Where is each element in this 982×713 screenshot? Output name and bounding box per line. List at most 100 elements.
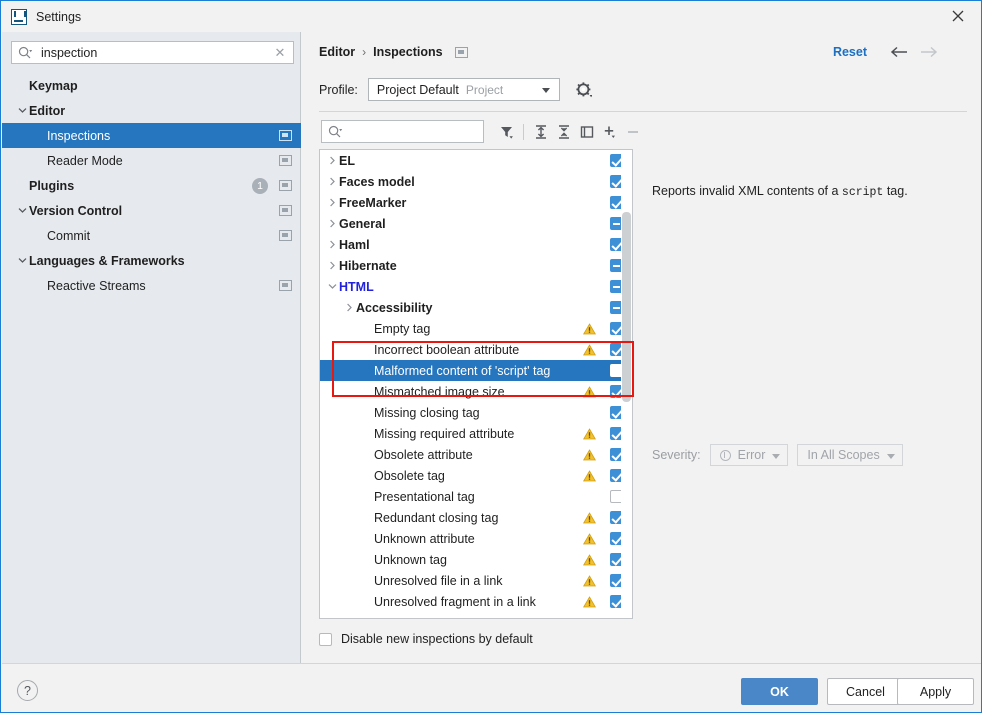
chevron-down-icon	[541, 88, 550, 93]
chevron-down-icon[interactable]	[16, 257, 29, 264]
reset-button[interactable]: Reset	[833, 45, 867, 59]
modified-settings-icon	[279, 205, 292, 216]
tree-row[interactable]: Obsolete attribute	[320, 444, 632, 465]
sidebar-item-commit[interactable]: Commit	[2, 223, 301, 248]
chevron-down-icon[interactable]	[325, 283, 339, 290]
tree-row[interactable]: Haml	[320, 234, 632, 255]
tree-row[interactable]: Obsolete tag	[320, 465, 632, 486]
ok-button[interactable]: OK	[741, 678, 818, 705]
cancel-button[interactable]: Cancel	[827, 678, 904, 705]
sidebar-item-plugins[interactable]: Plugins 1	[2, 173, 301, 198]
apply-button[interactable]: Apply	[897, 678, 974, 705]
arrow-left-icon[interactable]	[889, 43, 909, 61]
sidebar-item-reactive-streams[interactable]: Reactive Streams	[2, 273, 301, 298]
tree-row-label: Presentational tag	[374, 489, 475, 504]
tree-row-label: Accessibility	[356, 300, 433, 315]
tree-search-input[interactable]	[321, 120, 484, 143]
tree-row[interactable]: Hibernate	[320, 255, 632, 276]
tree-row[interactable]: Accessibility	[320, 297, 632, 318]
sidebar-item-editor[interactable]: Editor	[2, 98, 301, 123]
chevron-right-icon[interactable]	[325, 240, 339, 249]
severity-value: Error	[737, 448, 766, 462]
tree-row[interactable]: Missing closing tag	[320, 402, 632, 423]
chevron-down-icon	[772, 454, 781, 459]
scope-value: In All Scopes	[807, 448, 880, 462]
collapse-all-icon[interactable]	[552, 120, 575, 143]
tree-row[interactable]: HTML	[320, 276, 632, 297]
tree-row[interactable]: Unresolved fragment in a link	[320, 591, 632, 612]
chevron-right-icon[interactable]	[325, 156, 339, 165]
sidebar-item-label: Inspections	[47, 128, 111, 143]
chevron-down-icon[interactable]	[16, 207, 29, 214]
tree-row-label: Empty tag	[374, 321, 431, 336]
chevron-right-icon[interactable]	[325, 198, 339, 207]
tree-row[interactable]: Incorrect boolean attribute	[320, 339, 632, 360]
breadcrumb-root[interactable]: Editor	[319, 45, 355, 59]
warning-icon	[583, 386, 596, 401]
tree-row-label: Missing required attribute	[374, 426, 515, 441]
tree-row[interactable]: Redundant closing tag	[320, 507, 632, 528]
tree-row-label: Obsolete attribute	[374, 447, 473, 462]
filter-icon[interactable]	[495, 120, 518, 143]
tree-row-label: Missing closing tag	[374, 405, 480, 420]
breadcrumb-separator: ›	[362, 45, 367, 59]
scope-dropdown[interactable]: In All Scopes	[797, 444, 903, 466]
tree-row-label: Malformed content of 'script' tag	[374, 363, 551, 378]
breadcrumb: Editor › Inspections	[319, 45, 468, 59]
profile-row: Profile: Project Default Project	[319, 78, 592, 101]
sidebar-item-label: Reactive Streams	[47, 278, 146, 293]
expand-all-icon[interactable]	[529, 120, 552, 143]
tree-row[interactable]: Empty tag	[320, 318, 632, 339]
tree-row-label: Unresolved fragment in a link	[374, 594, 536, 609]
intellij-idea-icon	[11, 8, 27, 25]
tree-row[interactable]: Mismatched image size	[320, 381, 632, 402]
tree-row[interactable]: Presentational tag	[320, 486, 632, 507]
warning-icon	[583, 596, 596, 611]
dialog-footer: ? OK Cancel Apply	[2, 664, 981, 712]
severity-dropdown[interactable]: Error	[709, 444, 789, 466]
severity-row: Severity: Error In All Scopes	[652, 444, 903, 466]
tree-row-label: FreeMarker	[339, 195, 407, 210]
chevron-right-icon[interactable]	[342, 303, 356, 312]
tree-row[interactable]: FreeMarker	[320, 192, 632, 213]
tree-row-label: Redundant closing tag	[374, 510, 499, 525]
inspection-tree[interactable]: EL Faces model FreeMarker General Haml Hibern…	[319, 149, 633, 619]
add-icon[interactable]	[598, 120, 621, 143]
tree-row[interactable]: Malformed content of 'script' tag	[320, 360, 632, 381]
sidebar-search[interactable]: ✕	[11, 41, 294, 64]
profile-scope: Project	[465, 82, 504, 97]
close-icon[interactable]	[935, 1, 981, 31]
tree-scrollbar-thumb[interactable]	[622, 212, 631, 402]
clear-icon[interactable]: ✕	[270, 45, 290, 61]
sidebar-item-languages-frameworks[interactable]: Languages & Frameworks	[2, 248, 301, 273]
sidebar-item-keymap[interactable]: Keymap	[2, 73, 301, 98]
tree-row[interactable]: Unknown tag	[320, 549, 632, 570]
search-input[interactable]	[35, 42, 270, 63]
tree-row[interactable]: Faces model	[320, 171, 632, 192]
chevron-right-icon[interactable]	[325, 261, 339, 270]
chevron-right-icon[interactable]	[325, 177, 339, 186]
chevron-right-icon[interactable]	[325, 219, 339, 228]
tree-row[interactable]: Missing required attribute	[320, 423, 632, 444]
tree-row[interactable]: EL	[320, 150, 632, 171]
help-button[interactable]: ?	[17, 680, 38, 701]
disable-new-inspections-checkbox[interactable]	[319, 632, 332, 646]
tree-row-label: Unknown tag	[374, 552, 447, 567]
tree-row[interactable]: Unknown attribute	[320, 528, 632, 549]
tree-row-label: Obsolete tag	[374, 468, 445, 483]
modified-settings-icon	[454, 46, 468, 58]
sidebar-item-reader-mode[interactable]: Reader Mode	[2, 148, 301, 173]
warning-icon	[583, 428, 596, 443]
tree-row[interactable]: General	[320, 213, 632, 234]
sidebar-item-inspections[interactable]: Inspections	[2, 123, 301, 148]
tree-row[interactable]: Unresolved file in a link	[320, 570, 632, 591]
reset-to-empty-icon[interactable]	[575, 120, 598, 143]
warning-icon	[583, 344, 596, 359]
tree-row-label: EL	[339, 153, 355, 168]
sidebar-item-version-control[interactable]: Version Control	[2, 198, 301, 223]
disable-new-inspections-row[interactable]: Disable new inspections by default	[319, 632, 533, 646]
chevron-down-icon[interactable]	[16, 107, 29, 114]
tree-scrollbar[interactable]	[621, 150, 632, 618]
gear-icon[interactable]	[576, 81, 592, 98]
profile-dropdown[interactable]: Project Default Project	[367, 78, 560, 101]
